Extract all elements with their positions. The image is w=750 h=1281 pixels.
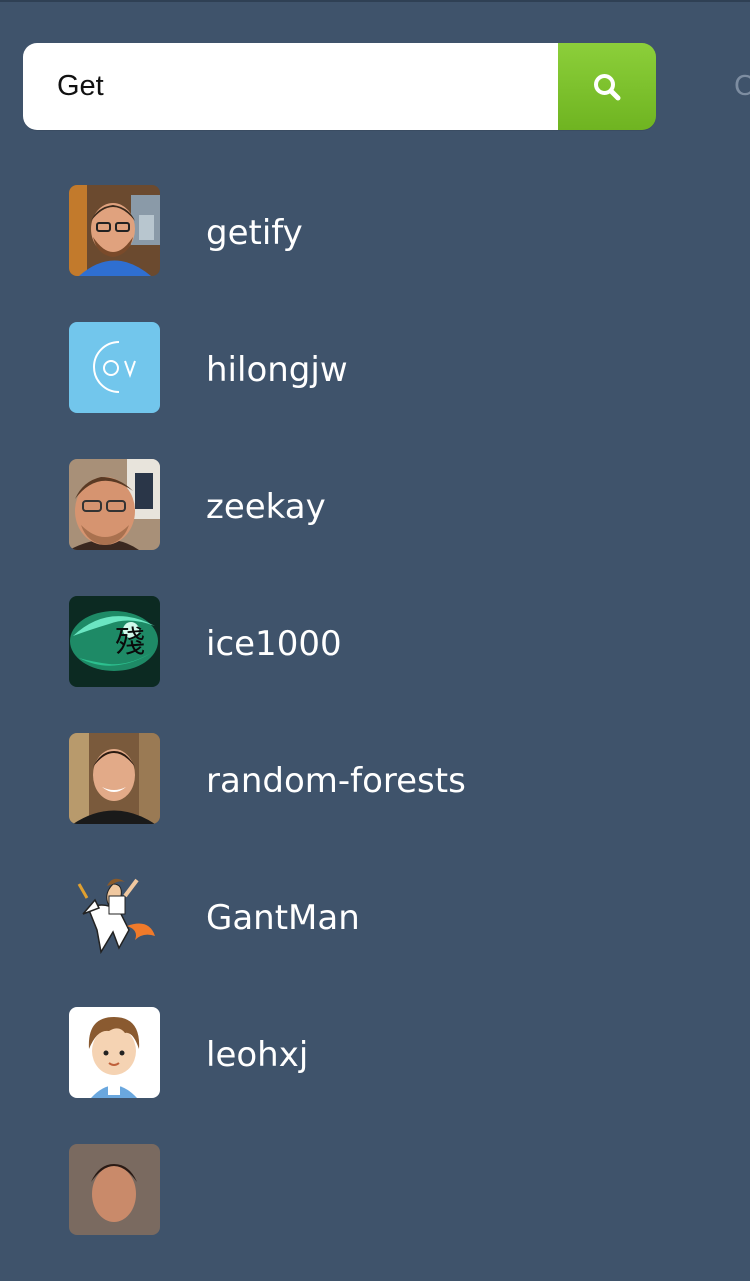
username: leohxj — [206, 1035, 309, 1075]
list-item[interactable]: 殘 ice1000 — [0, 596, 750, 733]
avatar — [69, 870, 160, 961]
username: zeekay — [206, 487, 326, 527]
search-query: Get — [57, 70, 104, 102]
username: hilongjw — [206, 350, 348, 390]
avatar — [69, 459, 160, 550]
user-list: getify hilongjw zeekay 殘 ice1000 random-… — [0, 185, 750, 1281]
avatar-image — [69, 1007, 160, 1098]
avatar — [69, 322, 160, 413]
list-item[interactable]: getify — [0, 185, 750, 322]
username: GantMan — [206, 898, 360, 938]
avatar — [69, 1144, 160, 1235]
list-item[interactable] — [0, 1144, 750, 1281]
svg-text:殘: 殘 — [115, 625, 145, 660]
list-item[interactable]: leohxj — [0, 1007, 750, 1144]
list-item[interactable]: GantMan — [0, 870, 750, 1007]
avatar: 殘 — [69, 596, 160, 687]
username: ice1000 — [206, 624, 342, 664]
avatar-image — [69, 459, 160, 550]
avatar — [69, 185, 160, 276]
avatar — [69, 733, 160, 824]
cancel-button[interactable]: C — [734, 70, 750, 103]
avatar-image — [69, 870, 160, 961]
username: random-forests — [206, 761, 466, 801]
list-item[interactable]: random-forests — [0, 733, 750, 870]
avatar-image — [69, 185, 160, 276]
avatar-image — [69, 1144, 160, 1235]
list-item[interactable]: zeekay — [0, 459, 750, 596]
search-input[interactable]: Get — [23, 43, 558, 130]
search-icon — [594, 73, 621, 100]
avatar — [69, 1007, 160, 1098]
top-border — [0, 0, 750, 2]
username: getify — [206, 213, 303, 253]
avatar-image — [69, 322, 160, 413]
search-button[interactable] — [558, 43, 656, 130]
avatar-image: 殘 — [69, 596, 160, 687]
search-bar: Get — [23, 43, 656, 130]
list-item[interactable]: hilongjw — [0, 322, 750, 459]
avatar-image — [69, 733, 160, 824]
